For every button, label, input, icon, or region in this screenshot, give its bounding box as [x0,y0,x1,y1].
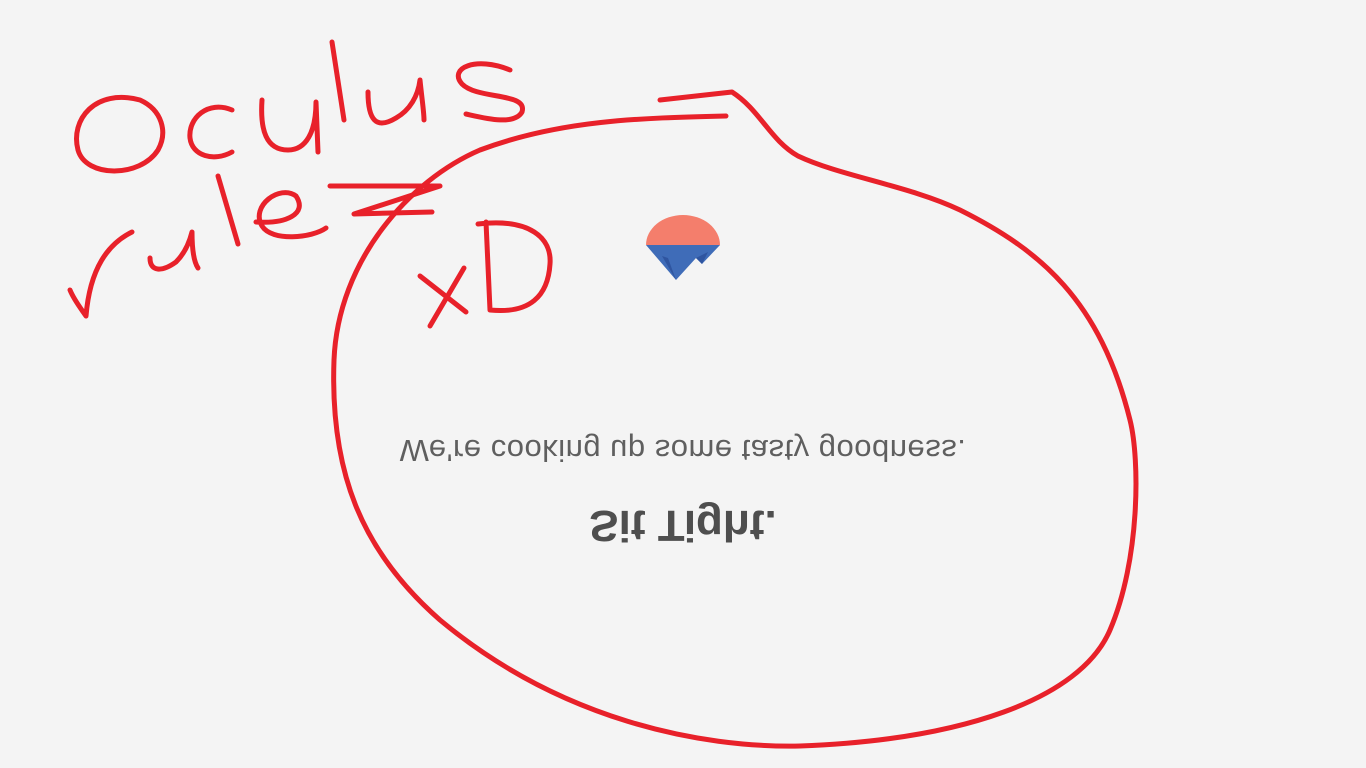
gem-logo-icon [646,215,720,280]
loading-tagline: We're cooking up some tasty goodness. [399,433,967,468]
loading-headline: Sit Tight. [589,501,777,550]
handwritten-annotation [67,39,1139,749]
